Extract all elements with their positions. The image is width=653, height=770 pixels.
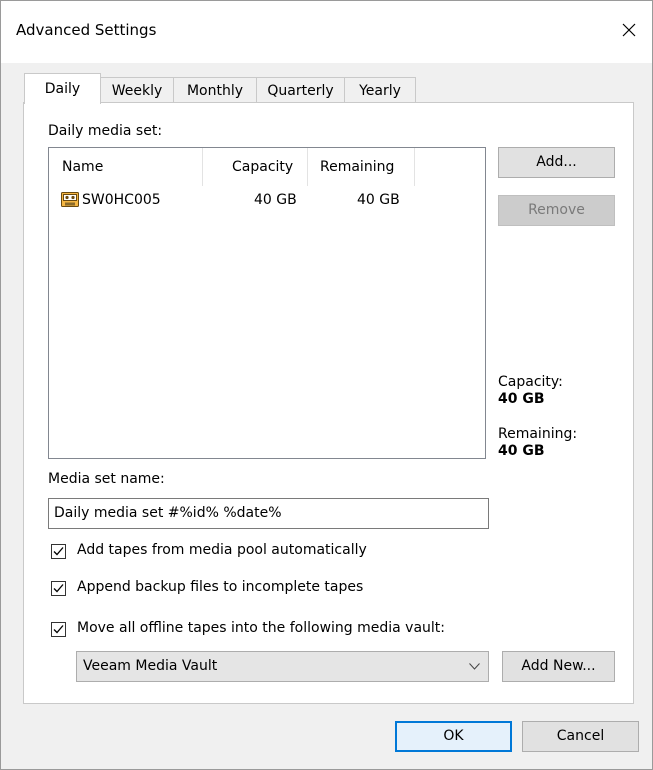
column-separator[interactable] <box>202 148 203 186</box>
row-remaining: 40 GB <box>357 192 400 208</box>
close-icon <box>622 23 636 37</box>
cancel-button[interactable]: Cancel <box>522 721 639 752</box>
tape-icon <box>61 192 79 207</box>
close-button[interactable] <box>612 13 646 47</box>
add-button[interactable]: Add... <box>498 147 615 178</box>
title-bar: Advanced Settings <box>1 1 652 63</box>
media-set-name-label: Media set name: <box>48 471 165 487</box>
tab-quarterly[interactable]: Quarterly <box>256 77 345 103</box>
capacity-label: Capacity: <box>498 374 563 390</box>
add-new-vault-button[interactable]: Add New... <box>502 651 615 682</box>
tab-monthly[interactable]: Monthly <box>173 77 257 103</box>
tab-daily-label: Daily <box>44 81 81 97</box>
ok-button[interactable]: OK <box>395 721 512 752</box>
add-tapes-checkbox[interactable] <box>51 544 66 559</box>
move-offline-checkbox[interactable] <box>51 622 66 637</box>
advanced-settings-dialog: Advanced Settings Daily Weekly Monthly Q… <box>0 0 653 770</box>
chevron-down-icon <box>469 663 480 670</box>
tab-yearly-label: Yearly <box>359 83 401 99</box>
column-header-name[interactable]: Name <box>62 159 103 175</box>
tab-weekly-label: Weekly <box>111 83 163 99</box>
tab-quarterly-label: Quarterly <box>267 83 334 99</box>
capacity-value: 40 GB <box>498 391 545 407</box>
column-header-capacity[interactable]: Capacity <box>232 159 293 175</box>
column-separator[interactable] <box>414 148 415 186</box>
column-header-remaining[interactable]: Remaining <box>320 159 394 175</box>
tab-monthly-label: Monthly <box>186 83 244 99</box>
add-tapes-label[interactable]: Add tapes from media pool automatically <box>77 542 367 558</box>
move-offline-label[interactable]: Move all offline tapes into the followin… <box>77 620 445 636</box>
append-backup-checkbox[interactable] <box>51 581 66 596</box>
checkmark-icon <box>53 625 64 634</box>
tab-daily[interactable]: Daily <box>24 73 101 104</box>
append-backup-label[interactable]: Append backup files to incomplete tapes <box>77 579 363 595</box>
media-set-label: Daily media set: <box>48 123 163 139</box>
remove-button[interactable]: Remove <box>498 195 615 226</box>
tab-weekly[interactable]: Weekly <box>100 77 174 103</box>
remaining-value: 40 GB <box>498 443 545 459</box>
checkmark-icon <box>53 584 64 593</box>
list-header: Name Capacity Remaining <box>49 148 485 190</box>
row-capacity: 40 GB <box>254 192 297 208</box>
media-set-name-input[interactable]: Daily media set #%id% %date% <box>48 498 489 529</box>
media-vault-selected: Veeam Media Vault <box>83 658 218 674</box>
column-separator[interactable] <box>307 148 308 186</box>
table-row[interactable]: SW0HC005 40 GB 40 GB <box>49 189 485 213</box>
window-title: Advanced Settings <box>16 21 157 39</box>
row-name: SW0HC005 <box>82 192 161 208</box>
remaining-label: Remaining: <box>498 426 578 442</box>
media-set-list[interactable]: Name Capacity Remaining SW0HC005 40 GB 4… <box>48 147 486 459</box>
media-vault-select[interactable]: Veeam Media Vault <box>76 651 489 682</box>
tab-yearly[interactable]: Yearly <box>344 77 416 103</box>
checkmark-icon <box>53 547 64 556</box>
